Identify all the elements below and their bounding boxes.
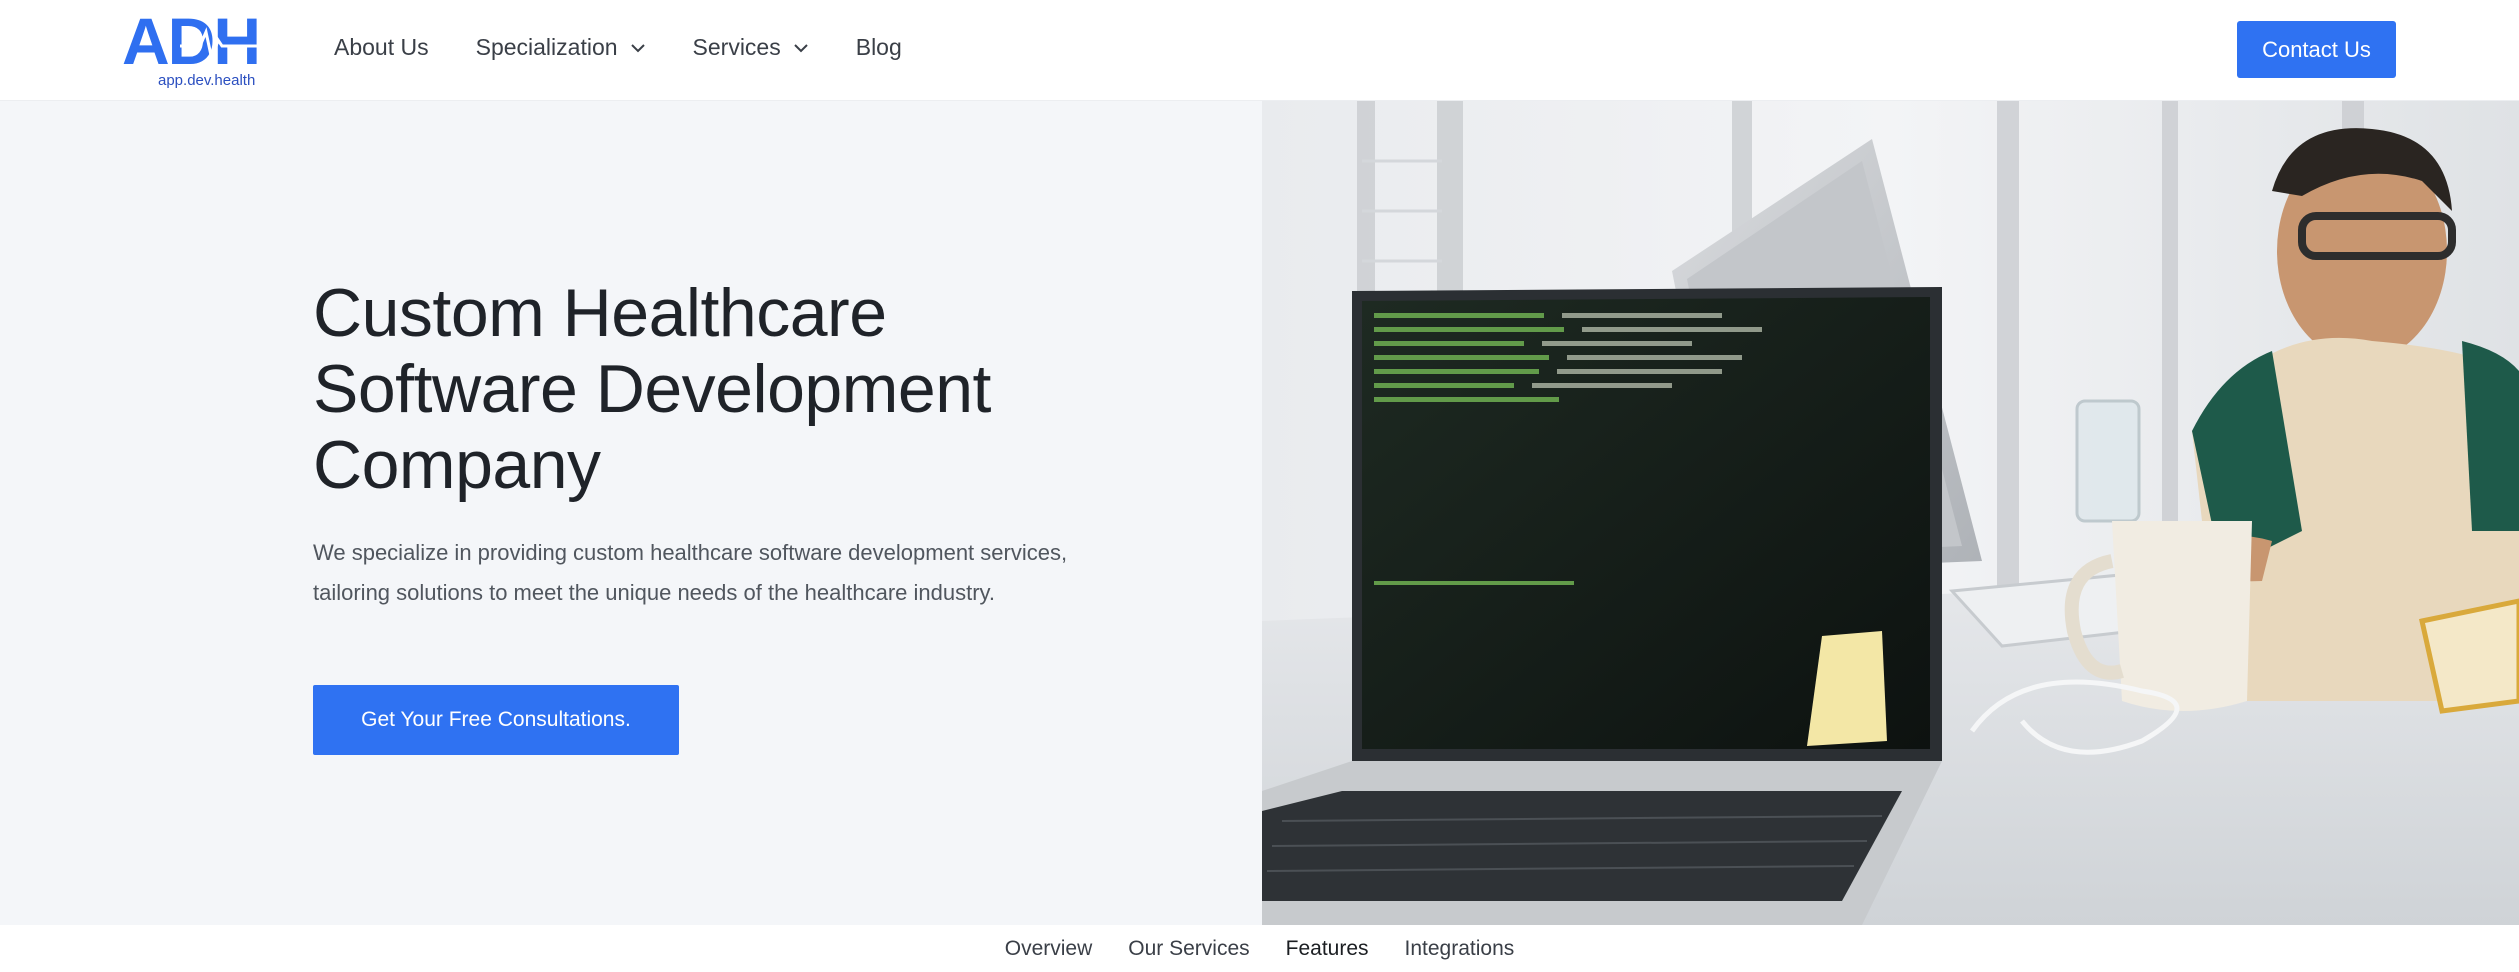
section-subnav: Overview Our Services Features Integrati… <box>0 925 2519 972</box>
company-logo[interactable]: ADH app.dev.health <box>122 8 272 89</box>
heartbeat-icon <box>180 27 272 61</box>
nav-about-us[interactable]: About Us <box>334 34 429 61</box>
subnav-features[interactable]: Features <box>1286 937 1369 961</box>
chevron-down-icon <box>793 43 809 53</box>
hero-title-line: Company <box>313 427 601 503</box>
hero-description: We specialize in providing custom health… <box>313 540 1068 605</box>
nav-label: Specialization <box>475 34 618 60</box>
nav-label: About Us <box>334 34 429 60</box>
nav-specialization[interactable]: Specialization <box>476 34 646 61</box>
subnav-our-services[interactable]: Our Services <box>1128 937 1249 961</box>
contact-us-button[interactable]: Contact Us <box>2237 21 2396 78</box>
site-header: ADH app.dev.health About Us Specializati… <box>0 0 2519 101</box>
main-nav: About Us Specialization Services Blog <box>334 34 949 61</box>
subnav-integrations[interactable]: Integrations <box>1405 937 1515 961</box>
hero-section <box>0 101 1262 925</box>
hero-title-line: Software Development <box>313 351 991 427</box>
office-scene-illustration <box>1262 101 2519 925</box>
nav-blog[interactable]: Blog <box>856 34 902 61</box>
free-consultation-button[interactable]: Get Your Free Consultations. <box>313 685 679 755</box>
hero-title: Custom Healthcare Software Development C… <box>313 275 1213 503</box>
nav-label: Services <box>692 34 781 60</box>
hero-title-line: Custom Healthcare <box>313 275 887 351</box>
logo-subtext: app.dev.health <box>158 72 256 89</box>
subnav-overview[interactable]: Overview <box>1005 937 1093 961</box>
nav-services[interactable]: Services <box>693 34 809 61</box>
hero-photo <box>1262 101 2519 925</box>
chevron-down-icon <box>630 43 646 53</box>
nav-label: Blog <box>855 34 902 60</box>
